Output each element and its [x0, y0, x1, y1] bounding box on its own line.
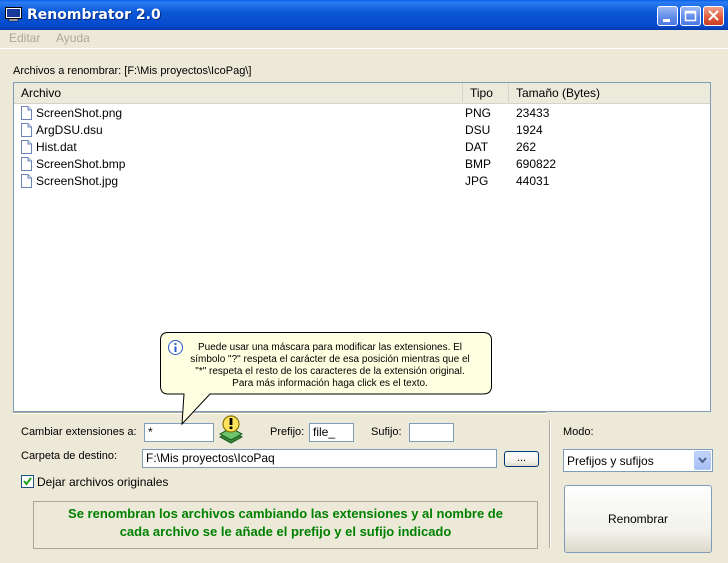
- file-name: ScreenShot.jpg: [36, 174, 119, 188]
- file-size: 262: [516, 140, 537, 154]
- maximize-icon: [684, 10, 697, 22]
- file-icon: [21, 106, 32, 120]
- table-row[interactable]: ScreenShot.bmp BMP 690822: [14, 156, 710, 173]
- chevron-down-icon: [698, 457, 707, 464]
- tooltip-line: símbolo "?" respeta el carácter de esa p…: [190, 354, 470, 365]
- description-text: Se renombran los archivos cambiando las …: [34, 505, 537, 541]
- mode-separator: [549, 420, 551, 548]
- file-list-header: Archivo Tipo Tamaño (Bytes): [14, 83, 710, 104]
- description-panel: Se renombran los archivos cambiando las …: [33, 501, 538, 549]
- browse-button[interactable]: ...: [504, 451, 539, 467]
- destination-label: Carpeta de destino:: [21, 450, 118, 462]
- column-header-tipo[interactable]: Tipo: [463, 83, 509, 102]
- column-header-archivo[interactable]: Archivo: [14, 83, 463, 102]
- window-title: Renombrator 2.0: [27, 7, 161, 23]
- file-icon: [21, 157, 32, 171]
- file-type: PNG: [465, 106, 492, 120]
- minimize-button[interactable]: [657, 6, 678, 26]
- minimize-icon: [663, 19, 670, 22]
- tooltip-text[interactable]: Puede usar una máscara para modificar la…: [180, 342, 480, 390]
- tooltip-line: Para más información haga click es el te…: [232, 378, 428, 389]
- dropdown-arrow-button[interactable]: [694, 451, 711, 470]
- menu-bar: Editar Ayuda: [0, 30, 728, 48]
- table-row[interactable]: ScreenShot.jpg JPG 44031: [14, 173, 710, 190]
- file-type: BMP: [465, 157, 492, 171]
- menu-separator: [0, 48, 728, 49]
- file-size: 690822: [516, 157, 557, 171]
- file-size: 23433: [516, 106, 550, 120]
- file-icon: [21, 174, 32, 188]
- table-row[interactable]: Hist.dat DAT 262: [14, 139, 710, 156]
- tooltip-balloon[interactable]: Puede usar una máscara para modificar la…: [160, 332, 492, 432]
- close-icon: [708, 10, 719, 21]
- file-type: JPG: [465, 174, 489, 188]
- file-name: ScreenShot.png: [36, 106, 123, 120]
- file-icon: [21, 140, 32, 154]
- menu-item-ayuda[interactable]: Ayuda: [56, 31, 90, 45]
- checkmark-icon: [23, 477, 32, 486]
- close-button[interactable]: [703, 6, 724, 26]
- file-name: ScreenShot.bmp: [36, 157, 126, 171]
- description-line: cada archivo se le añade el prefijo y el…: [119, 524, 452, 539]
- tooltip-line: Puede usar una máscara para modificar la…: [197, 342, 463, 353]
- table-row[interactable]: ArgDSU.dsu DSU 1924: [14, 122, 710, 139]
- rename-button[interactable]: Renombrar: [564, 485, 712, 553]
- app-icon: [5, 7, 22, 22]
- keep-originals-checkbox[interactable]: [21, 475, 34, 488]
- file-name: ArgDSU.dsu: [36, 123, 103, 137]
- menu-item-editar[interactable]: Editar: [9, 31, 40, 45]
- mode-label: Modo:: [563, 426, 594, 438]
- title-bar[interactable]: Renombrator 2.0: [0, 0, 728, 30]
- table-row[interactable]: ScreenShot.png PNG 23433: [14, 105, 710, 122]
- file-name: Hist.dat: [36, 140, 77, 154]
- files-path-label: Archivos a renombrar: [F:\Mis proyectos\…: [13, 65, 252, 77]
- tooltip-line: "*" respeta el resto de los caracteres d…: [195, 366, 465, 377]
- file-size: 1924: [516, 123, 543, 137]
- file-type: DSU: [465, 123, 491, 137]
- app-window: Renombrator 2.0 Editar Ayuda Archivos a …: [0, 0, 728, 563]
- file-type: DAT: [465, 140, 489, 154]
- maximize-button[interactable]: [680, 6, 701, 26]
- column-header-tamano[interactable]: Tamaño (Bytes): [509, 83, 709, 102]
- destination-input[interactable]: F:\Mis proyectos\IcoPaq: [142, 449, 497, 468]
- mode-select-value: Prefijos y sufijos: [567, 454, 654, 468]
- description-line: Se renombran los archivos cambiando las …: [68, 506, 503, 521]
- file-icon: [21, 123, 32, 137]
- file-size: 44031: [516, 174, 550, 188]
- mode-select[interactable]: Prefijos y sufijos: [563, 449, 713, 472]
- extension-label: Cambiar extensiones a:: [21, 426, 137, 438]
- keep-originals-label[interactable]: Dejar archivos originales: [37, 475, 168, 489]
